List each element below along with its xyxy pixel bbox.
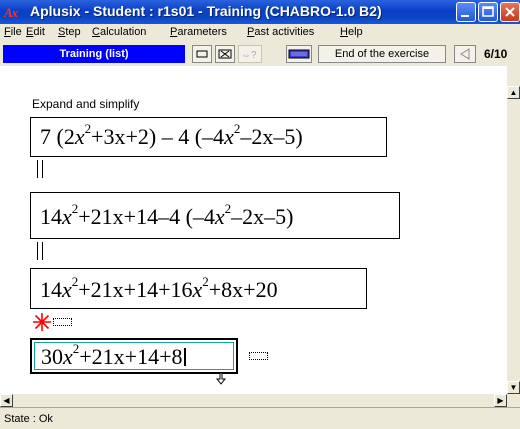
help-icon: ⇔? (241, 50, 257, 61)
expression-step-3[interactable]: 14x2+21x+14+16x2+8x+20 (30, 268, 367, 309)
exercise-instruction: Expand and simplify (32, 97, 140, 111)
expression-text: 14x2+21x+14+16x2+8x+20 (40, 274, 278, 302)
equivalence-link (37, 242, 43, 260)
menu-bar: File Edit Step Calculation Parameters Pa… (0, 24, 520, 42)
menu-calculation[interactable]: Calculation (92, 26, 146, 38)
window-title: Aplusix - Student : r1s01 - Training (CH… (30, 3, 382, 19)
mode-label: Training (list) (3, 45, 185, 63)
menu-edit[interactable]: Edit (26, 26, 45, 38)
expression-step-1[interactable]: 7 (2x2+3x+2) – 4 (–4x2–2x–5) (30, 117, 387, 157)
text-caret (183, 348, 186, 366)
minimize-icon (461, 15, 469, 17)
keyboard-icon (288, 49, 310, 59)
box-tool-button[interactable] (192, 45, 212, 63)
menu-help[interactable]: Help (340, 26, 363, 38)
expression-step-2[interactable]: 14x2+21x+14–4 (–4x2–2x–5) (30, 192, 400, 239)
maximize-icon (482, 6, 494, 17)
equivalence-link (37, 160, 43, 178)
menu-step[interactable]: Step (58, 26, 81, 38)
menu-past-activities[interactable]: Past activities (247, 26, 314, 38)
toolbar: Training (list) ⇔? End of the exercise 6… (0, 42, 520, 67)
aplusix-logo-icon: Ax (4, 5, 18, 20)
equivalence-tool-button[interactable]: ⇔? (238, 45, 262, 63)
scroll-left-button[interactable]: ◀ (0, 394, 13, 407)
expression-text: 14x2+21x+14–4 (–4x2–2x–5) (40, 201, 294, 229)
rectangle-icon (196, 50, 208, 58)
status-text: State : Ok (4, 413, 53, 425)
menu-parameters[interactable]: Parameters (170, 26, 227, 38)
expression-text: 7 (2x2+3x+2) – 4 (–4x2–2x–5) (40, 121, 303, 149)
expression-step-4-active[interactable]: 30x2+21x+14+8 (30, 338, 238, 374)
svg-text:⇔?: ⇔? (241, 50, 257, 61)
minimize-button[interactable] (456, 2, 476, 22)
keyboard-button[interactable] (286, 45, 312, 63)
placeholder-box[interactable] (53, 318, 72, 326)
crossed-box-icon (218, 49, 232, 59)
scroll-down-button[interactable]: ▼ (507, 381, 520, 394)
maximize-button[interactable] (478, 2, 498, 22)
end-exercise-button[interactable]: End of the exercise (318, 45, 446, 63)
title-bar[interactable]: Ax Aplusix - Student : r1s01 - Training … (0, 0, 520, 24)
cross-tool-button[interactable] (215, 45, 235, 63)
close-button[interactable] (500, 2, 520, 22)
status-bar: State : Ok (0, 407, 520, 429)
triangle-left-icon (460, 48, 470, 60)
exercise-counter: 6/10 (484, 47, 508, 61)
expression-text: 30x2+21x+14+8 (41, 342, 186, 370)
mouse-pointer-icon (216, 372, 226, 385)
vertical-scrollbar[interactable]: ▲ ▼ (507, 66, 520, 394)
previous-exercise-button[interactable] (454, 45, 476, 63)
placeholder-box[interactable] (249, 352, 268, 360)
workspace-top (0, 66, 507, 86)
asterisk-error-icon (33, 313, 51, 331)
menu-file[interactable]: File (4, 26, 22, 38)
scroll-right-button[interactable]: ▶ (494, 394, 507, 407)
scroll-up-button[interactable]: ▲ (507, 86, 520, 99)
close-icon (505, 7, 515, 17)
horizontal-scrollbar[interactable]: ◀ ▶ (0, 394, 507, 407)
